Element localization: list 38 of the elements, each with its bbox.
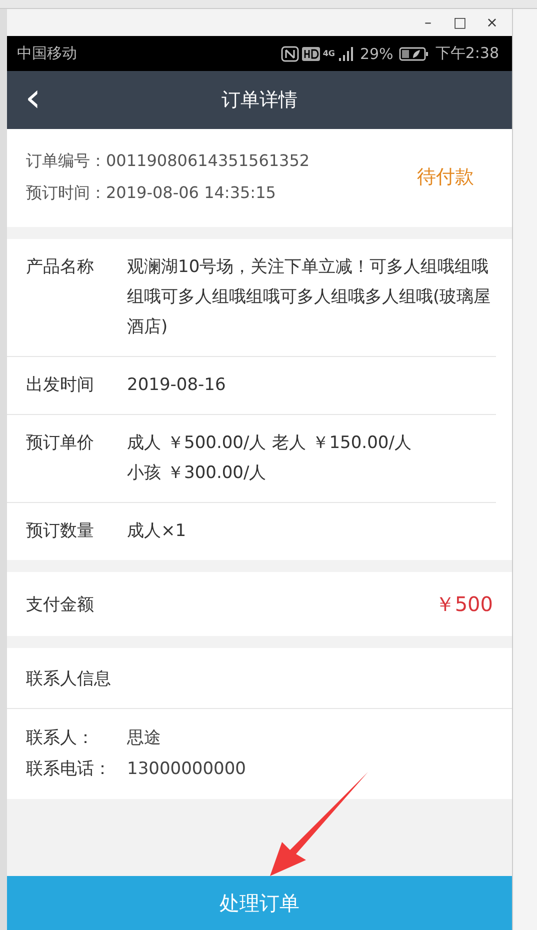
order-status: 待付款 (417, 165, 474, 190)
payment-amount: ￥500 (434, 590, 493, 618)
carrier-name: 中国移动 (17, 44, 77, 63)
contact-label: 联系人： (26, 727, 95, 750)
contact-value: 思途 (127, 727, 161, 750)
section-title: 联系人信息 (26, 668, 111, 690)
field-label: 预订单价 (26, 432, 95, 455)
traveler-type: 小孩 (127, 462, 161, 485)
clock: 下午2:38 (435, 44, 499, 63)
order-number-label: 订单编号： (26, 151, 106, 170)
signal-icon (338, 46, 354, 62)
hd-icon (302, 46, 320, 60)
traveler-type: 成人 (127, 432, 161, 455)
field-value: 成人×1 (127, 520, 188, 543)
unit-price: ￥500.00/人 (167, 432, 266, 455)
battery-icon (399, 46, 430, 62)
window-control[interactable]: – (414, 14, 442, 30)
field-label: 预订数量 (26, 520, 95, 543)
payment-label: 支付金额 (26, 594, 95, 616)
unit-price: ￥150.00/人 (312, 432, 412, 455)
field-value: 2019-08-16 (127, 374, 227, 397)
field-label: 产品名称 (26, 256, 95, 279)
network-type: 4G (322, 49, 335, 58)
order-number: 00119080614351561352 (106, 151, 310, 170)
contact-label: 联系电话： (26, 758, 112, 781)
nfc-icon (280, 46, 299, 62)
battery-percent: 29% (360, 44, 394, 62)
field-value: 观澜湖10号场，关注下单立减！可多人组哦组哦组哦可多人组哦组哦可多人组哦多人组哦(玻璃屋酒店) (127, 256, 492, 339)
field-label: 出发时间 (26, 374, 95, 397)
contact-value: 13000000000 (127, 758, 246, 781)
unit-price: ￥300.00/人 (167, 462, 266, 485)
order-time-label: 预订时间： (26, 183, 106, 202)
back-button[interactable]: ‹ (19, 77, 47, 119)
window-control[interactable]: □ (446, 14, 474, 30)
order-time: 2019-08-06 14:35:15 (106, 183, 276, 202)
traveler-type: 老人 (272, 432, 306, 455)
page-title: 订单详情 (222, 88, 298, 113)
window-control[interactable]: × (478, 14, 506, 30)
